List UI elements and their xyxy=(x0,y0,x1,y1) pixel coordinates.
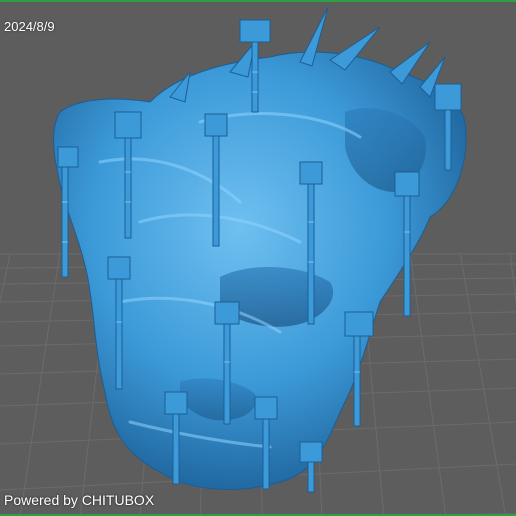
3d-viewport[interactable]: 2024/8/9 Powered by CHITUBOX xyxy=(0,0,516,516)
sculpt-model[interactable] xyxy=(0,2,516,516)
date-stamp: 2024/8/9 xyxy=(4,19,55,34)
chitubox-watermark: Powered by CHITUBOX xyxy=(4,492,155,508)
